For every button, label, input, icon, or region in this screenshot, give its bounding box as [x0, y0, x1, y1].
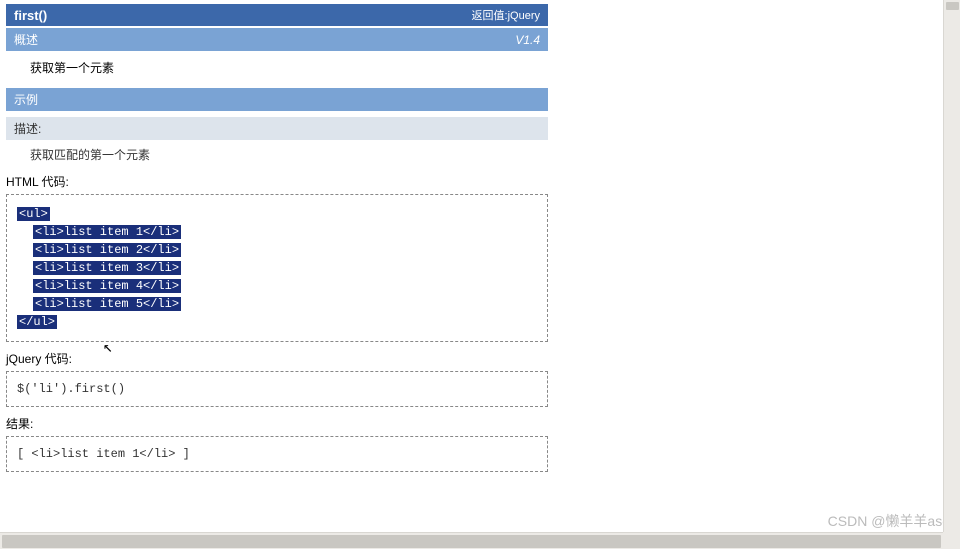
- code-line: <ul>: [17, 205, 537, 223]
- horizontal-scrollbar[interactable]: [0, 532, 960, 549]
- doc-content: first() 返回值:jQuery 概述 V1.4 获取第一个元素 示例 描述…: [0, 0, 554, 484]
- overview-label: 概述: [14, 31, 38, 48]
- result-label: 结果:: [6, 415, 548, 432]
- overview-header: 概述 V1.4: [6, 28, 548, 51]
- code-line: $('li').first(): [17, 380, 537, 398]
- vertical-scrollbar[interactable]: [943, 0, 960, 532]
- watermark-text: CSDN @懒羊羊asd: [828, 511, 950, 531]
- html-code-label: HTML 代码:: [6, 173, 548, 190]
- example-header: 示例: [6, 88, 548, 111]
- horizontal-scroll-thumb[interactable]: [2, 535, 941, 548]
- desc-text: 获取匹配的第一个元素: [6, 140, 548, 169]
- desc-label: 描述:: [6, 117, 548, 140]
- code-line: </ul>: [17, 313, 537, 331]
- code-line: <li>list item 1</li>: [33, 223, 537, 241]
- result-code-box: [ <li>list item 1</li> ]: [6, 436, 548, 472]
- jquery-code-box: $('li').first(): [6, 371, 548, 407]
- jquery-code-label: jQuery 代码:: [6, 350, 548, 367]
- scroll-corner: [943, 532, 960, 549]
- code-line: [ <li>list item 1</li> ]: [17, 445, 537, 463]
- method-description: 获取第一个元素: [6, 51, 548, 84]
- version-label: V1.4: [515, 33, 540, 47]
- code-line: <li>list item 5</li>: [33, 295, 537, 313]
- html-code-box: <ul> <li>list item 1</li> <li>list item …: [6, 194, 548, 342]
- method-header: first() 返回值:jQuery: [6, 4, 548, 26]
- vertical-scroll-thumb[interactable]: [946, 2, 959, 10]
- method-title: first(): [14, 8, 47, 23]
- code-line: <li>list item 3</li>: [33, 259, 537, 277]
- code-line: <li>list item 2</li>: [33, 241, 537, 259]
- return-value: 返回值:jQuery: [472, 7, 540, 23]
- code-line: <li>list item 4</li>: [33, 277, 537, 295]
